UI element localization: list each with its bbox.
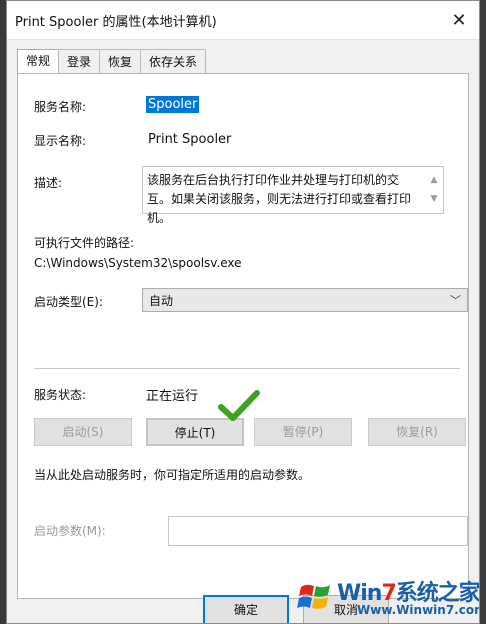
close-icon[interactable]: ✕ <box>439 10 479 31</box>
startup-type-label: 启动类型(E): <box>34 295 103 309</box>
path-label: 可执行文件的路径: <box>34 236 135 250</box>
service-name-value[interactable]: Spooler <box>146 96 200 113</box>
title-bar: Print Spooler 的属性(本地计算机) ✕ <box>7 1 479 40</box>
watermark-url: Www.Winwin7.com <box>357 603 480 617</box>
path-value[interactable]: C:\Windows\System32\spoolsv.exe <box>34 256 242 270</box>
window-title: Print Spooler 的属性(本地计算机) <box>15 14 217 30</box>
service-name-label: 服务名称: <box>34 100 87 114</box>
start-button[interactable]: 启动(S) <box>34 418 132 446</box>
startup-type-value: 自动 <box>149 294 174 308</box>
resume-button[interactable]: 恢复(R) <box>368 418 466 446</box>
checkmark-icon <box>218 390 260 421</box>
description-text: 该服务在后台执行打印作业并处理与打印机的交互。如果关闭该服务，则无法进行打印或查… <box>147 173 412 225</box>
service-status-value: 正在运行 <box>146 389 199 404</box>
description-textbox[interactable]: 该服务在后台执行打印作业并处理与打印机的交互。如果关闭该服务，则无法进行打印或查… <box>142 166 444 225</box>
divider <box>34 368 460 369</box>
service-status-label: 服务状态: <box>34 388 87 402</box>
general-panel: 服务名称: Spooler 显示名称: Print Spooler 描述: 该服… <box>17 73 469 599</box>
properties-dialog: Print Spooler 的属性(本地计算机) ✕ 常规 登录 恢复 依存关系… <box>6 0 480 624</box>
ok-button[interactable]: 确定 <box>203 595 289 623</box>
tab-recovery[interactable]: 恢复 <box>99 49 142 73</box>
scroll-up-icon[interactable]: ▲ <box>427 171 441 190</box>
description-label: 描述: <box>34 176 63 190</box>
start-params-input[interactable] <box>168 516 468 546</box>
tab-logon[interactable]: 登录 <box>58 49 101 73</box>
scroll-down-icon[interactable]: ▼ <box>427 190 441 209</box>
startup-type-dropdown[interactable]: 自动 ﹀ <box>142 288 468 312</box>
tab-general[interactable]: 常规 <box>17 49 60 73</box>
tab-dependencies[interactable]: 依存关系 <box>140 49 207 73</box>
pause-button[interactable]: 暂停(P) <box>254 418 352 446</box>
chevron-down-icon: ﹀ <box>450 294 461 307</box>
tab-strip: 常规 登录 恢复 依存关系 <box>17 49 207 73</box>
display-name-label: 显示名称: <box>34 134 87 148</box>
start-params-hint: 当从此处启动服务时，你可指定所适用的启动参数。 <box>34 468 311 482</box>
windows-logo-icon <box>297 584 330 609</box>
description-scrollbar[interactable]: ▲ ▼ <box>427 171 441 209</box>
start-params-label: 启动参数(M): <box>34 524 106 538</box>
display-name-value[interactable]: Print Spooler <box>148 132 231 147</box>
